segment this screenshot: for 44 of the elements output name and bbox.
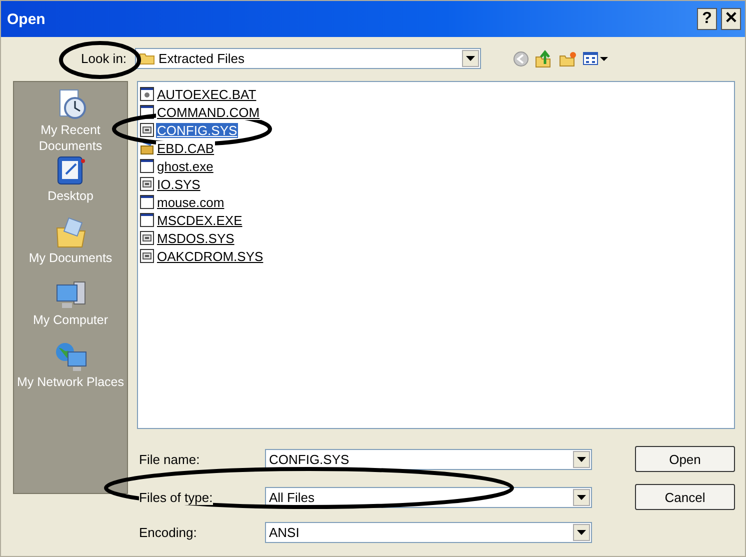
network-computer-icon	[54, 340, 88, 374]
look-in-label: Look in:	[81, 51, 127, 66]
up-folder-icon[interactable]	[534, 50, 553, 68]
folder-icon	[54, 216, 88, 250]
field-label: Files of type:	[139, 490, 213, 504]
dropdown-button[interactable]	[462, 50, 479, 67]
dropdown-button[interactable]	[573, 450, 590, 468]
settings-file-icon	[140, 123, 154, 137]
field-label: Encoding:	[139, 525, 197, 540]
views-menu-icon[interactable]	[582, 52, 609, 66]
dropdown-arrow-icon	[466, 56, 475, 61]
dropdown-arrow-icon	[577, 494, 586, 500]
open-button[interactable]: Open	[635, 446, 735, 472]
close-button[interactable]: ✕	[721, 8, 741, 30]
help-button[interactable]: ?	[697, 8, 717, 30]
field-label: File name:	[139, 452, 200, 466]
look-in-dropdown[interactable]: Extracted Files	[134, 48, 481, 69]
file-item[interactable]: IO.SYS	[156, 176, 202, 192]
window-title: Open	[7, 10, 46, 28]
file-item[interactable]: MSCDEX.EXE	[156, 212, 244, 228]
dropdown-button[interactable]	[573, 488, 590, 506]
settings-file-icon	[140, 231, 154, 245]
new-folder-icon[interactable]	[558, 50, 577, 66]
look-in-value: Extracted Files	[158, 51, 245, 66]
dropdown-arrow-icon	[577, 530, 586, 535]
window-file-icon	[140, 159, 154, 173]
folder-icon	[138, 52, 155, 65]
file-item[interactable]: AUTOEXEC.BAT	[156, 86, 258, 102]
value-dropdown[interactable]: ANSI	[265, 522, 592, 543]
dropdown-button[interactable]	[573, 524, 590, 541]
cancel-button[interactable]: Cancel	[635, 484, 735, 510]
file-item[interactable]: OAKCDROM.SYS	[156, 248, 264, 264]
window-file-icon	[140, 195, 154, 209]
file-item[interactable]: EBD.CAB	[156, 140, 216, 156]
file-item[interactable]: COMMAND.COM	[156, 104, 261, 120]
file-item[interactable]: MSDOS.SYS	[156, 230, 236, 246]
back-icon[interactable]	[512, 50, 529, 66]
dropdown-arrow-icon	[577, 456, 586, 462]
settings-file-icon	[140, 177, 154, 191]
file-item[interactable]: ghost.exe	[156, 158, 214, 174]
window-file-icon	[140, 213, 154, 227]
file-item[interactable]: CONFIG.SYS	[156, 122, 238, 138]
value-dropdown[interactable]: CONFIG.SYS	[265, 448, 592, 470]
settings-file-icon	[140, 249, 154, 263]
